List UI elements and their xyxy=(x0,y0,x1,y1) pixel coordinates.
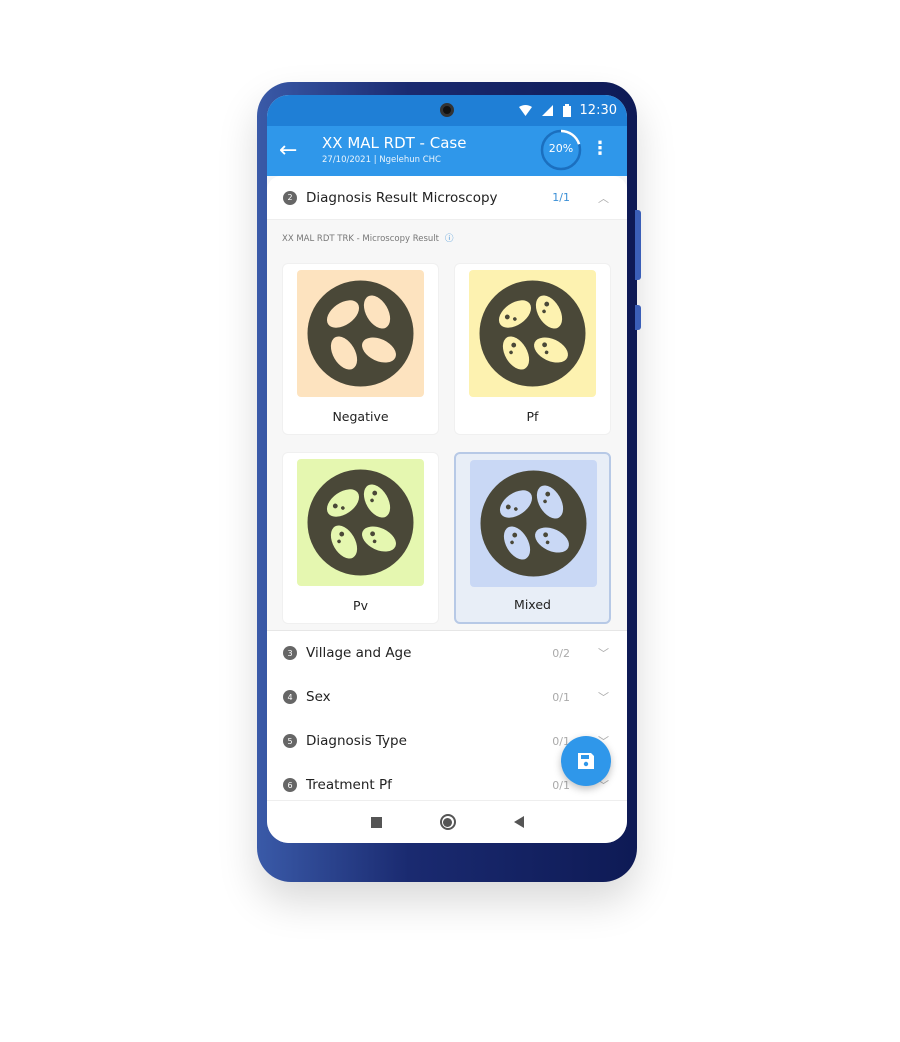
option-tile-pv[interactable]: Pv xyxy=(282,452,439,624)
section-number: 6 xyxy=(283,778,297,792)
microscopy-image xyxy=(470,460,597,587)
battery-icon xyxy=(563,104,571,117)
option-tile-negative[interactable]: Negative xyxy=(282,263,439,435)
option-label: Negative xyxy=(332,409,389,424)
option-tile-mixed[interactable]: Mixed xyxy=(454,452,611,624)
section-number: 4 xyxy=(283,690,297,704)
back-button[interactable] xyxy=(513,816,524,828)
save-button[interactable] xyxy=(561,736,611,786)
chevron-down-icon: ﹀ xyxy=(598,691,609,704)
android-nav-bar xyxy=(267,800,627,843)
section-number: 5 xyxy=(283,734,297,748)
phone-volume-button xyxy=(635,210,641,280)
section-sex[interactable]: 4 Sex 0/1 ﹀ xyxy=(267,675,627,719)
option-label: Pv xyxy=(353,598,368,613)
screen: 12:30 ← XX MAL RDT - Case 27/10/2021 | N… xyxy=(267,95,627,843)
info-icon[interactable]: ⓘ xyxy=(445,234,454,244)
page-title: XX MAL RDT - Case xyxy=(322,134,467,152)
section-label: Diagnosis Result Microscopy xyxy=(306,189,498,206)
save-icon xyxy=(578,753,594,769)
signal-icon xyxy=(542,105,553,116)
completion-progress: 20% xyxy=(540,129,582,171)
question-label: XX MAL RDT TRK - Microscopy Result xyxy=(282,234,439,244)
section-number: 3 xyxy=(283,646,297,660)
phone-power-button xyxy=(635,305,641,330)
page-subtitle: 27/10/2021 | Ngelehun CHC xyxy=(322,155,441,165)
section-village-and-age[interactable]: 3 Village and Age 0/2 ﹀ xyxy=(267,631,627,675)
section-count: 1/1 xyxy=(552,191,570,204)
microscopy-image xyxy=(469,270,596,397)
section-label: Village and Age xyxy=(306,645,412,661)
status-bar: 12:30 xyxy=(267,95,627,126)
section-count: 0/2 xyxy=(552,646,570,660)
camera-icon xyxy=(440,103,454,117)
chevron-down-icon: ﹀ xyxy=(598,647,609,660)
microscopy-image xyxy=(297,270,424,397)
option-label: Mixed xyxy=(514,597,551,612)
section-label: Sex xyxy=(306,689,331,705)
recents-button[interactable] xyxy=(370,816,382,828)
wifi-icon xyxy=(519,105,532,116)
back-arrow-icon[interactable]: ← xyxy=(279,138,297,163)
app-bar: ← XX MAL RDT - Case 27/10/2021 | Ngelehu… xyxy=(267,126,627,176)
question-microscopy-result: XX MAL RDT TRK - Microscopy Result ⓘ Nega… xyxy=(267,220,627,631)
section-diagnosis-result-microscopy[interactable]: 2 Diagnosis Result Microscopy 1/1 ︿ xyxy=(267,176,627,220)
section-label: Treatment Pf xyxy=(306,777,392,793)
microscopy-image xyxy=(297,459,424,586)
form-card: 2 Diagnosis Result Microscopy 1/1 ︿ XX M… xyxy=(267,176,627,800)
home-button[interactable] xyxy=(439,814,456,830)
option-tile-pf[interactable]: Pf xyxy=(454,263,611,435)
progress-label: 20% xyxy=(548,142,574,155)
option-label: Pf xyxy=(526,409,539,424)
section-count: 0/1 xyxy=(552,778,570,792)
more-options-icon[interactable]: ⋮ xyxy=(591,138,609,159)
chevron-up-icon: ︿ xyxy=(598,191,609,205)
section-count: 0/1 xyxy=(552,690,570,704)
clock: 12:30 xyxy=(579,103,617,118)
section-label: Diagnosis Type xyxy=(306,733,407,749)
section-number: 2 xyxy=(283,190,297,205)
